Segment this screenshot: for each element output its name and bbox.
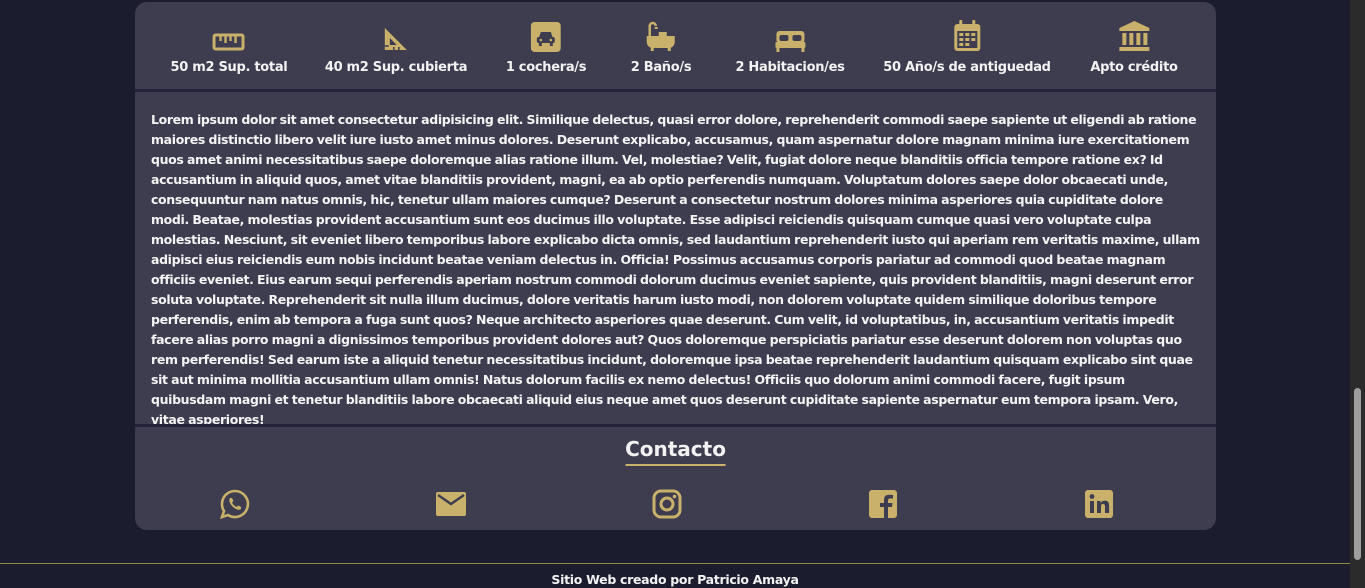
linkedin-link[interactable] — [1082, 487, 1116, 521]
ruler-icon — [212, 16, 245, 52]
scrollbar-thumb[interactable] — [1354, 388, 1361, 560]
feature-label: 2 Habitacion/es — [735, 60, 845, 75]
page: 50 m2 Sup. total 40 m2 Sup. cubierta 1 c… — [0, 0, 1365, 588]
feature-label: 50 m2 Sup. total — [170, 60, 288, 75]
feature-covered-area: 40 m2 Sup. cubierta — [325, 16, 467, 76]
feature-label: 1 cochera/s — [505, 60, 587, 75]
footer: Sitio Web creado por Patricio Amaya — [0, 563, 1350, 588]
calendar-icon — [953, 16, 981, 52]
linkedin-icon — [1085, 490, 1113, 518]
feature-label: 50 Año/s de antiguedad — [883, 60, 1051, 75]
whatsapp-icon — [220, 489, 250, 519]
contact-title: Contacto — [625, 437, 726, 466]
facebook-link[interactable] — [866, 487, 900, 521]
scrollbar-track[interactable] — [1350, 0, 1365, 588]
bank-icon — [1118, 16, 1150, 52]
car-icon — [530, 16, 561, 52]
email-icon — [436, 492, 466, 516]
feature-credit: Apto crédito — [1090, 16, 1178, 76]
bed-icon — [775, 16, 805, 52]
feature-label: 2 Baño/s — [630, 60, 692, 75]
feature-age: 50 Año/s de antiguedad — [883, 16, 1051, 76]
instagram-link[interactable] — [650, 487, 684, 521]
feature-total-area: 50 m2 Sup. total — [171, 16, 288, 76]
feature-bedrooms: 2 Habitacion/es — [735, 16, 845, 76]
feature-label: 40 m2 Sup. cubierta — [324, 60, 468, 75]
email-link[interactable] — [434, 487, 468, 521]
bathtub-icon — [645, 16, 677, 52]
property-details-card: 50 m2 Sup. total 40 m2 Sup. cubierta 1 c… — [135, 2, 1216, 530]
contact-section: Contacto — [135, 424, 1216, 530]
property-description: Lorem ipsum dolor sit amet consectetur a… — [151, 112, 1200, 427]
feature-label: Apto crédito — [1090, 60, 1178, 75]
set-square-icon — [383, 16, 409, 52]
footer-credit: Sitio Web creado por Patricio Amaya — [551, 572, 799, 587]
instagram-icon — [652, 489, 682, 519]
facebook-icon — [869, 490, 897, 518]
whatsapp-link[interactable] — [218, 487, 252, 521]
features-bar: 50 m2 Sup. total 40 m2 Sup. cubierta 1 c… — [135, 2, 1216, 92]
feature-garage: 1 cochera/s — [506, 16, 586, 76]
feature-bathrooms: 2 Baño/s — [631, 16, 692, 76]
